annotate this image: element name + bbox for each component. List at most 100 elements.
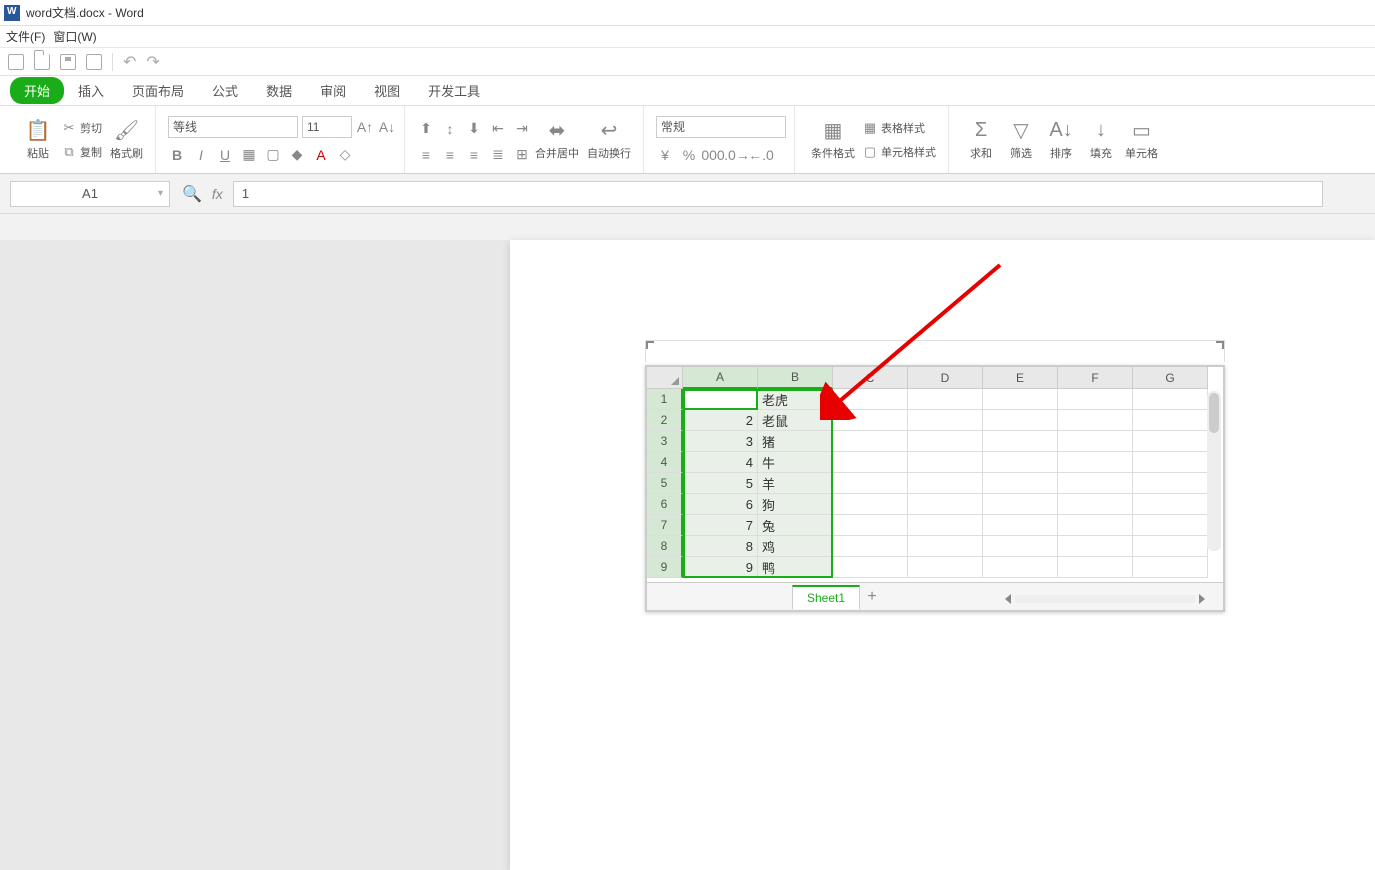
scrollbar-thumb[interactable]	[1209, 393, 1219, 433]
cell[interactable]	[1133, 515, 1208, 536]
save-icon[interactable]	[60, 54, 76, 70]
cell-a9[interactable]: 9	[683, 557, 758, 578]
font-color-button[interactable]: A	[312, 146, 330, 164]
sheet-tab-1[interactable]: Sheet1	[792, 585, 860, 609]
decrease-decimal-icon[interactable]: ←.0	[752, 146, 770, 164]
align-top-icon[interactable]: ⬆	[417, 120, 435, 138]
increase-decimal-icon[interactable]: .0→	[728, 146, 746, 164]
cell[interactable]	[1058, 389, 1133, 410]
highlight-button[interactable]: ◆	[288, 146, 306, 164]
sum-button[interactable]: Σ求和	[961, 119, 1001, 161]
col-header-e[interactable]: E	[983, 367, 1058, 389]
align-center-icon[interactable]: ≡	[441, 146, 459, 164]
tab-data[interactable]: 数据	[252, 76, 306, 105]
open-icon[interactable]	[34, 54, 50, 70]
cell[interactable]	[983, 515, 1058, 536]
conditional-format-button[interactable]: ▦ 条件格式	[807, 119, 859, 161]
align-middle-icon[interactable]: ↕	[441, 120, 459, 138]
cell[interactable]	[1058, 494, 1133, 515]
indent-increase-icon[interactable]: ⇥	[513, 120, 531, 138]
distribute-icon[interactable]: ⊞	[513, 146, 531, 164]
decrease-font-icon[interactable]: A↓	[378, 118, 396, 136]
wrap-text-button[interactable]: ↩ 自动换行	[583, 119, 635, 161]
row-header[interactable]: 9	[647, 557, 683, 578]
cell[interactable]	[833, 494, 908, 515]
cell-b9[interactable]: 鸭	[758, 557, 833, 578]
bold-button[interactable]: B	[168, 146, 186, 164]
formula-input[interactable]	[233, 181, 1323, 207]
cell[interactable]	[1133, 452, 1208, 473]
col-header-f[interactable]: F	[1058, 367, 1133, 389]
new-doc-icon[interactable]	[8, 54, 24, 70]
cell-b6[interactable]: 狗	[758, 494, 833, 515]
underline-button[interactable]: U	[216, 146, 234, 164]
cell[interactable]	[1133, 536, 1208, 557]
tab-pagelayout[interactable]: 页面布局	[118, 76, 198, 105]
cell[interactable]	[833, 431, 908, 452]
redo-icon[interactable]: ↷	[146, 52, 159, 72]
row-header[interactable]: 8	[647, 536, 683, 557]
scrollbar-track[interactable]	[1015, 595, 1195, 603]
cell-a2[interactable]: 2	[683, 410, 758, 431]
row-header[interactable]: 3	[647, 431, 683, 452]
cell[interactable]	[1058, 557, 1133, 578]
cell-style-button[interactable]: ▢单元格样式	[859, 142, 940, 162]
cell[interactable]	[983, 536, 1058, 557]
cell[interactable]	[1058, 431, 1133, 452]
percent-icon[interactable]: %	[680, 146, 698, 164]
print-icon[interactable]	[86, 54, 102, 70]
cell-b8[interactable]: 鸡	[758, 536, 833, 557]
cell[interactable]	[1133, 389, 1208, 410]
cell[interactable]	[908, 452, 983, 473]
cell-a5[interactable]: 5	[683, 473, 758, 494]
cell-a7[interactable]: 7	[683, 515, 758, 536]
cell-b4[interactable]: 牛	[758, 452, 833, 473]
cell[interactable]	[908, 410, 983, 431]
cell[interactable]	[833, 452, 908, 473]
name-box[interactable]: A1	[10, 181, 170, 207]
cell[interactable]	[1133, 557, 1208, 578]
row-header[interactable]: 4	[647, 452, 683, 473]
scroll-right-icon[interactable]	[1199, 594, 1205, 604]
row-header[interactable]: 7	[647, 515, 683, 536]
cell-a4[interactable]: 4	[683, 452, 758, 473]
format-painter-button[interactable]: 🖌 格式刷	[106, 119, 147, 161]
cut-button[interactable]: ✂剪切	[58, 118, 106, 138]
italic-button[interactable]: I	[192, 146, 210, 164]
cell[interactable]	[908, 473, 983, 494]
embedded-spreadsheet[interactable]: A B C D E F G 1 1 老虎 2 2 老鼠 3 3 猪 4	[645, 365, 1225, 612]
merge-center-button[interactable]: ⬌ 合并居中	[531, 119, 583, 161]
cell[interactable]	[908, 515, 983, 536]
cell[interactable]	[983, 389, 1058, 410]
cell[interactable]	[1058, 452, 1133, 473]
cell[interactable]	[833, 389, 908, 410]
cell[interactable]	[983, 494, 1058, 515]
select-all-corner[interactable]	[647, 367, 683, 389]
fill-button[interactable]: ↓填充	[1081, 119, 1121, 161]
tab-dev[interactable]: 开发工具	[414, 76, 494, 105]
col-header-g[interactable]: G	[1133, 367, 1208, 389]
cell[interactable]	[1058, 473, 1133, 494]
tab-formula[interactable]: 公式	[198, 76, 252, 105]
cell[interactable]	[833, 536, 908, 557]
cell[interactable]	[833, 473, 908, 494]
cell[interactable]	[833, 410, 908, 431]
fx-label[interactable]: fx	[212, 186, 223, 202]
cell[interactable]	[908, 494, 983, 515]
tab-insert[interactable]: 插入	[64, 76, 118, 105]
cell[interactable]	[983, 410, 1058, 431]
add-sheet-button[interactable]: +	[860, 588, 884, 606]
cell-b1[interactable]: 老虎	[758, 389, 833, 410]
cell[interactable]	[1133, 473, 1208, 494]
cell-a8[interactable]: 8	[683, 536, 758, 557]
menu-file[interactable]: 文件(F)	[6, 28, 45, 45]
cell-b2[interactable]: 老鼠	[758, 410, 833, 431]
cell[interactable]	[833, 515, 908, 536]
cell[interactable]	[1133, 431, 1208, 452]
cell-b5[interactable]: 羊	[758, 473, 833, 494]
menu-window[interactable]: 窗口(W)	[53, 28, 96, 45]
cell[interactable]	[908, 431, 983, 452]
font-size-select[interactable]	[302, 116, 352, 138]
tab-review[interactable]: 审阅	[306, 76, 360, 105]
cell[interactable]	[983, 557, 1058, 578]
